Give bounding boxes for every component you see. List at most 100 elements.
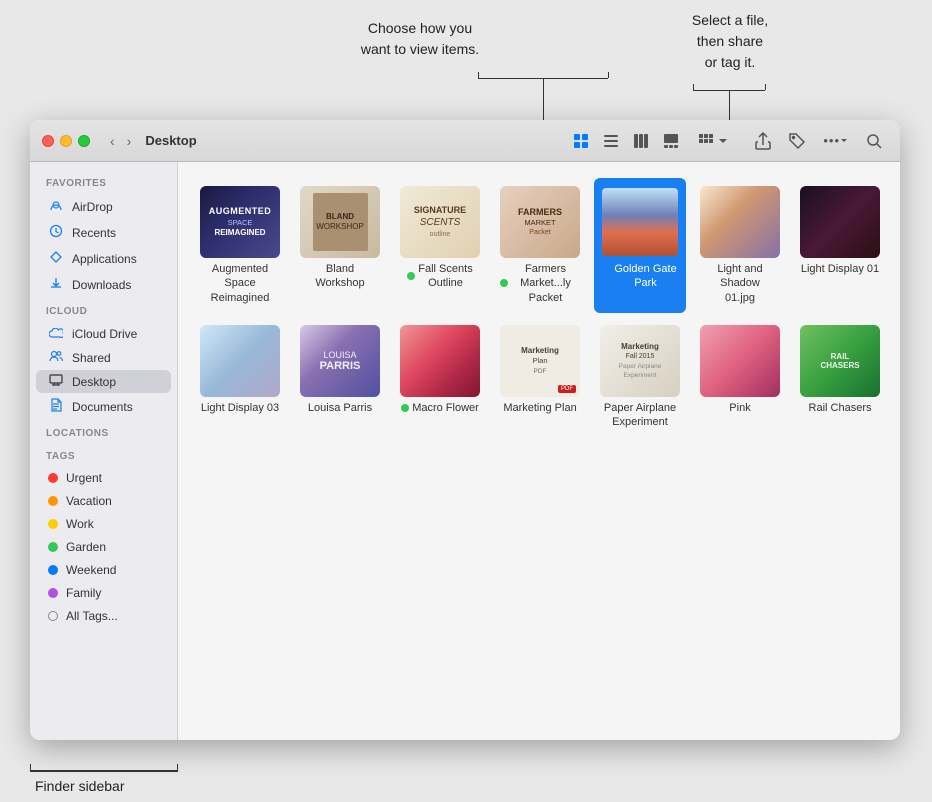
thumb-fall-scents: SIGNATURE SCENTS outline <box>400 186 480 258</box>
weekend-tag-dot <box>48 565 58 575</box>
fullscreen-button[interactable] <box>78 135 90 147</box>
callout-view-line <box>543 78 544 126</box>
file-name-golden-gate: Golden GatePark <box>603 262 676 291</box>
applications-label: Applications <box>72 252 137 266</box>
file-marketing-plan[interactable]: Marketing Plan PDF PDF Marketing Plan <box>494 317 586 438</box>
airdrop-label: AirDrop <box>72 200 113 214</box>
recents-icon <box>48 224 64 241</box>
shared-label: Shared <box>72 351 111 365</box>
documents-icon <box>48 398 64 415</box>
icloud-drive-icon <box>48 326 64 341</box>
downloads-label: Downloads <box>72 278 131 292</box>
sidebar-tag-all[interactable]: All Tags... <box>36 605 171 627</box>
file-row-2: Light Display 03 LOUISA PARRIS Louisa Pa… <box>194 317 884 438</box>
file-louisa-parris[interactable]: LOUISA PARRIS Louisa Parris <box>294 317 386 438</box>
shared-icon <box>48 350 64 365</box>
group-dropdown[interactable] <box>693 130 733 152</box>
work-tag-label: Work <box>66 517 94 531</box>
file-name-rail-chasers: Rail Chasers <box>809 401 872 415</box>
file-pink[interactable]: Pink <box>694 317 786 438</box>
file-golden-gate[interactable]: Golden GatePark <box>594 178 686 313</box>
tag-button[interactable] <box>783 129 811 153</box>
desktop-label: Desktop <box>72 375 116 389</box>
sidebar-item-shared[interactable]: Shared <box>36 346 171 369</box>
callout-share-bracket-right <box>765 84 766 90</box>
file-macro-flower[interactable]: Macro Flower <box>394 317 486 438</box>
close-button[interactable] <box>42 135 54 147</box>
locations-section-label: Locations <box>30 420 177 443</box>
sidebar-tag-vacation[interactable]: Vacation <box>36 490 171 512</box>
file-grid: AUGMENTED SPACE REIMAGINED AugmentedSpac… <box>178 162 900 740</box>
column-view-button[interactable] <box>627 129 655 153</box>
file-name-light-display-03: Light Display 03 <box>201 401 279 415</box>
garden-tag-label: Garden <box>66 540 106 554</box>
sidebar-tag-work[interactable]: Work <box>36 513 171 535</box>
sidebar-item-airdrop[interactable]: AirDrop <box>36 194 171 219</box>
traffic-lights <box>42 135 90 147</box>
main-content: Favorites AirDrop Recents <box>30 162 900 740</box>
favorites-section-label: Favorites <box>30 170 177 193</box>
icon-view-button[interactable] <box>567 129 595 153</box>
thumb-paper-airplane: Marketing Fall 2015 Paper AirplaneExperi… <box>600 325 680 397</box>
sidebar-tag-family[interactable]: Family <box>36 582 171 604</box>
thumb-golden-gate <box>600 186 680 258</box>
finder-window: ‹ › Desktop <box>30 120 900 740</box>
family-tag-label: Family <box>66 586 101 600</box>
all-tags-dot <box>48 611 58 621</box>
airdrop-icon <box>48 198 64 215</box>
file-paper-airplane[interactable]: Marketing Fall 2015 Paper AirplaneExperi… <box>594 317 686 438</box>
thumb-marketing-plan: Marketing Plan PDF PDF <box>500 325 580 397</box>
callout-view-items: Choose how youwant to view items. <box>310 18 530 60</box>
nav-buttons: ‹ › <box>106 131 135 151</box>
thumb-augmented-space: AUGMENTED SPACE REIMAGINED <box>200 186 280 258</box>
recents-label: Recents <box>72 226 116 240</box>
file-light-shadow[interactable]: Light and Shadow01.jpg <box>694 178 786 313</box>
file-name-augmented: AugmentedSpace Reimagined <box>200 262 280 305</box>
sidebar-item-icloud-drive[interactable]: iCloud Drive <box>36 322 171 345</box>
sidebar-item-desktop[interactable]: Desktop <box>36 370 171 393</box>
sidebar-item-recents[interactable]: Recents <box>36 220 171 245</box>
sidebar-tag-garden[interactable]: Garden <box>36 536 171 558</box>
sidebar-tag-weekend[interactable]: Weekend <box>36 559 171 581</box>
file-name-light-shadow: Light and Shadow01.jpg <box>700 262 780 305</box>
forward-button[interactable]: › <box>123 131 136 151</box>
toolbar-right: ••• <box>749 128 888 154</box>
sidebar-bracket-line <box>30 770 178 772</box>
callout-share-bracket-left <box>693 84 694 90</box>
search-button[interactable] <box>860 129 888 153</box>
more-button[interactable]: ••• <box>817 129 854 152</box>
file-farmers-market[interactable]: FARMERS MARKET Packet FarmersMarket...ly… <box>494 178 586 313</box>
thumb-rail-chasers: RAILCHASERS <box>800 325 880 397</box>
file-rail-chasers[interactable]: RAILCHASERS Rail Chasers <box>794 317 886 438</box>
gallery-view-button[interactable] <box>657 129 685 153</box>
all-tags-label: All Tags... <box>66 609 118 623</box>
file-augmented-space[interactable]: AUGMENTED SPACE REIMAGINED AugmentedSpac… <box>194 178 286 313</box>
file-bland-workshop[interactable]: BLANDWORKSHOP Bland Workshop <box>294 178 386 313</box>
file-fall-scents[interactable]: SIGNATURE SCENTS outline Fall ScentsOutl… <box>394 178 486 313</box>
list-view-button[interactable] <box>597 129 625 153</box>
vacation-tag-label: Vacation <box>66 494 112 508</box>
weekend-tag-label: Weekend <box>66 563 116 577</box>
thumb-bland-workshop: BLANDWORKSHOP <box>300 186 380 258</box>
applications-icon <box>48 250 64 267</box>
downloads-icon <box>48 276 64 293</box>
back-button[interactable]: ‹ <box>106 131 119 151</box>
thumb-light-shadow <box>700 186 780 258</box>
title-bar: ‹ › Desktop <box>30 120 900 162</box>
icloud-drive-label: iCloud Drive <box>72 327 137 341</box>
thumb-louisa-parris: LOUISA PARRIS <box>300 325 380 397</box>
file-light-display-03[interactable]: Light Display 03 <box>194 317 286 438</box>
family-tag-dot <box>48 588 58 598</box>
callout-share-line <box>729 90 730 122</box>
minimize-button[interactable] <box>60 135 72 147</box>
sidebar-item-applications[interactable]: Applications <box>36 246 171 271</box>
file-name-marketing: Marketing Plan <box>503 401 576 415</box>
sidebar-item-downloads[interactable]: Downloads <box>36 272 171 297</box>
file-light-display-01[interactable]: Light Display 01 <box>794 178 886 313</box>
file-name-paper-airplane: Paper AirplaneExperiment <box>604 401 676 430</box>
sidebar-item-documents[interactable]: Documents <box>36 394 171 419</box>
share-button[interactable] <box>749 128 777 154</box>
file-name-light-display-01: Light Display 01 <box>801 262 879 276</box>
sidebar-tag-urgent[interactable]: Urgent <box>36 467 171 489</box>
file-row-1: AUGMENTED SPACE REIMAGINED AugmentedSpac… <box>194 178 884 313</box>
